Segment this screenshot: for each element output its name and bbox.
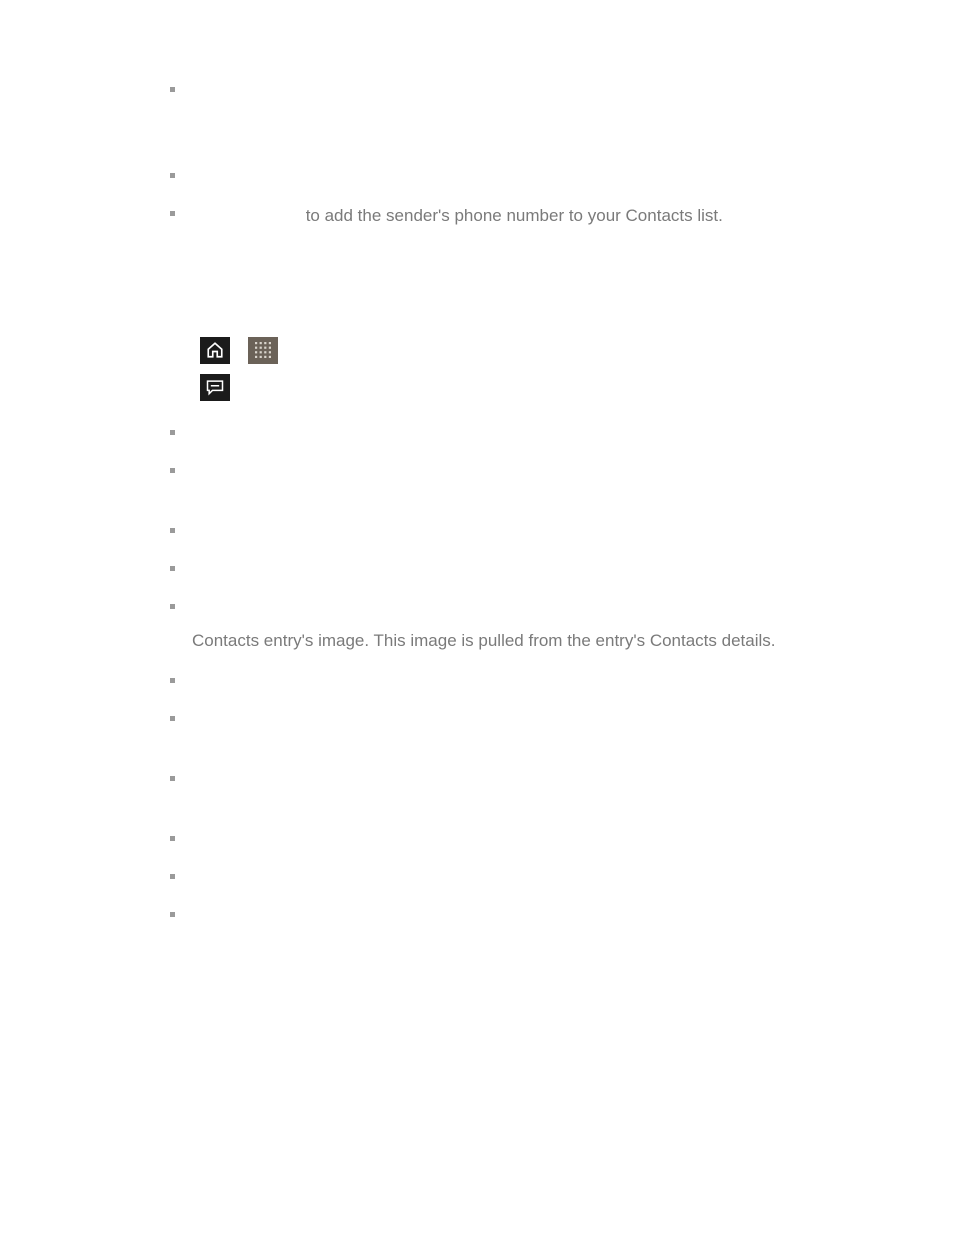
spacer — [60, 747, 894, 769]
list-item — [60, 597, 894, 617]
spacer — [60, 247, 894, 337]
spacer — [60, 118, 894, 166]
bullet-list-4 — [60, 521, 894, 617]
list-item — [60, 423, 894, 443]
spacer — [60, 807, 894, 829]
icon-row-2 — [60, 374, 894, 401]
spacer — [60, 499, 894, 521]
list-item-text: to add the sender's phone number to your… — [306, 206, 723, 225]
list-item — [60, 80, 894, 100]
list-item — [60, 166, 894, 186]
bullet-list-6 — [60, 769, 894, 789]
list-item — [60, 769, 894, 789]
bullet-list-1 — [60, 80, 894, 100]
document-page: Add to Contacts to add the sender's phon… — [0, 0, 954, 1213]
list-item — [60, 521, 894, 541]
spacer — [60, 943, 894, 1153]
bullet-list-2: Add to Contacts to add the sender's phon… — [60, 166, 894, 229]
bullet-list-7 — [60, 829, 894, 925]
list-item — [60, 559, 894, 579]
list-item — [60, 709, 894, 729]
list-item: Add to Contacts to add the sender's phon… — [60, 204, 894, 229]
home-icon — [200, 337, 230, 364]
list-item — [60, 829, 894, 849]
list-item — [60, 671, 894, 691]
spacer — [60, 40, 894, 80]
list-item — [60, 461, 894, 481]
wrapped-line: Contacts entry's image. This image is pu… — [60, 629, 894, 654]
bullet-list-3 — [60, 423, 894, 481]
wrapped-text: Contacts entry's image. This image is pu… — [192, 631, 776, 650]
bullet-list-5 — [60, 671, 894, 729]
messaging-icon — [200, 374, 230, 401]
list-item — [60, 867, 894, 887]
icon-row-1 — [60, 337, 894, 364]
apps-grid-icon — [248, 337, 278, 364]
list-item — [60, 905, 894, 925]
